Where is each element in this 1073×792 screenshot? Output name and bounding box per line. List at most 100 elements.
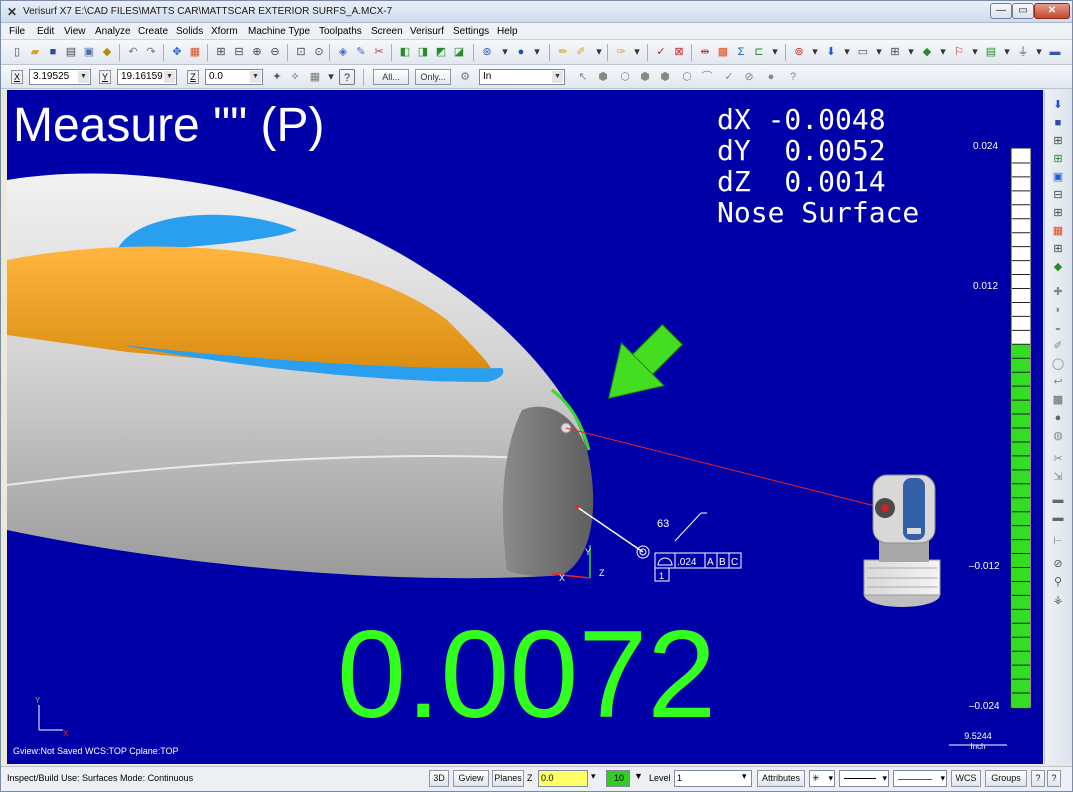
report-icon[interactable]: ▦ — [1050, 224, 1066, 239]
probe-icon[interactable]: ✑ — [613, 44, 629, 60]
close-button[interactable]: ✕ — [1034, 3, 1070, 19]
columns-icon[interactable]: ⊞ — [1050, 242, 1066, 257]
dropdown-arrow-icon[interactable]: ▾ — [871, 44, 887, 60]
toolbar-options-icon[interactable]: ▬ — [1047, 44, 1063, 60]
minimize-button[interactable]: — — [990, 3, 1012, 19]
measure-icon[interactable]: ⊢ — [1050, 534, 1066, 549]
redo-icon[interactable]: ↷ — [143, 44, 159, 60]
dropdown-arrow-icon[interactable]: ▾ — [591, 44, 607, 60]
zoom-out-icon[interactable]: ⊖ — [267, 44, 283, 60]
x-coord-field[interactable]: 3.19525 ▼ — [29, 69, 91, 85]
selection-method-select[interactable]: In ▼ — [479, 69, 565, 85]
3d-button[interactable]: 3D — [429, 770, 449, 787]
cursor-select-icon[interactable]: ↖ — [575, 69, 591, 85]
wcs-button[interactable]: WCS — [951, 770, 981, 787]
chevron-down-icon[interactable]: ▾ — [591, 771, 596, 782]
cloud-icon[interactable]: ◆ — [919, 44, 935, 60]
line-style-select[interactable]: ▾ — [839, 770, 889, 787]
view-front-icon[interactable]: ◨ — [415, 44, 431, 60]
shading-sphere-icon[interactable]: ● — [513, 44, 529, 60]
solid-select-icon[interactable]: ⬢ — [595, 69, 611, 85]
clear-colors-icon[interactable]: ◈ — [335, 44, 351, 60]
repaint-icon[interactable]: ✎ — [353, 44, 369, 60]
chevron-down-icon[interactable]: ▾ — [742, 771, 747, 782]
fast-point-icon[interactable]: ✦ — [269, 69, 285, 85]
compare-icon[interactable]: ⊠ — [671, 44, 687, 60]
grid-icon[interactable]: ⊞ — [887, 44, 903, 60]
menu-settings[interactable]: Settings — [453, 26, 489, 37]
save-icon[interactable]: ■ — [45, 44, 61, 60]
fit-icon[interactable]: ▦ — [187, 44, 203, 60]
menu-create[interactable]: Create — [138, 26, 168, 37]
dropdown-arrow-icon[interactable]: ▾ — [935, 44, 951, 60]
arrow-down-icon[interactable]: ⬇ — [823, 44, 839, 60]
sphere-select-icon[interactable]: ● — [763, 69, 779, 85]
zoom-window-icon[interactable]: ⊞ — [213, 44, 229, 60]
chevron-down-icon[interactable]: ▼ — [250, 71, 261, 83]
view-iso-icon[interactable]: ◪ — [451, 44, 467, 60]
extend-icon[interactable]: ⇲ — [1050, 470, 1066, 485]
menu-solids[interactable]: Solids — [176, 26, 203, 37]
menu-edit[interactable]: Edit — [37, 26, 54, 37]
verify-select-icon[interactable]: ✓ — [721, 69, 737, 85]
line-width-select[interactable]: ▾ — [893, 770, 947, 787]
zoom-in-icon[interactable]: ⊕ — [249, 44, 265, 60]
zoom-previous-icon[interactable]: ⊡ — [293, 44, 309, 60]
selection-help-icon[interactable]: ? — [785, 69, 801, 85]
undo-curve-icon[interactable]: ↩ — [1050, 375, 1066, 390]
attributes-button[interactable]: Attributes — [757, 770, 805, 787]
level-field[interactable]: 1 — [674, 770, 752, 787]
y-coord-label[interactable]: Y — [99, 70, 111, 84]
run-icon[interactable]: ⚲ — [1050, 575, 1066, 590]
tracker-icon[interactable]: ⚶ — [1050, 593, 1066, 608]
menu-xform[interactable]: Xform — [211, 26, 238, 37]
menu-toolpaths[interactable]: Toolpaths — [319, 26, 362, 37]
dropdown-arrow-icon[interactable]: ▾ — [323, 69, 339, 85]
save-icon[interactable]: ■ — [1050, 116, 1066, 131]
print-icon[interactable]: ▤ — [63, 44, 79, 60]
dropdown-arrow-icon[interactable]: ▾ — [529, 44, 545, 60]
groups-button[interactable]: Groups — [985, 770, 1027, 787]
open-folder-icon[interactable]: ▰ — [27, 44, 43, 60]
chevron-down-icon[interactable]: ▼ — [78, 71, 89, 83]
maximize-button[interactable]: ▭ — [1012, 3, 1034, 19]
help-icon[interactable]: ? — [339, 69, 355, 85]
graphics-viewport[interactable]: 63 .024 A B C 1 Y X Z Y X Measure "" (P)… — [7, 90, 1043, 764]
layers-icon[interactable]: ▤ — [983, 44, 999, 60]
body-select-icon[interactable]: ⬢ — [637, 69, 653, 85]
sphere-icon[interactable]: ● — [1050, 411, 1066, 426]
zoom-selected-icon[interactable]: ⊙ — [311, 44, 327, 60]
tripod-icon[interactable]: ⏚ — [1015, 44, 1031, 60]
x-coord-label[interactable]: X — [11, 70, 23, 84]
new-file-icon[interactable]: ▯ — [9, 44, 25, 60]
window-layout-icon[interactable]: ▭ — [855, 44, 871, 60]
target-icon[interactable]: ⊚ — [791, 44, 807, 60]
edge-select-icon[interactable]: ⬢ — [657, 69, 673, 85]
dropdown-arrow-icon[interactable]: ▾ — [903, 44, 919, 60]
planes-button[interactable]: Planes — [492, 770, 524, 787]
point-style-select[interactable]: ✳ ▾ — [809, 770, 835, 787]
menu-analyze[interactable]: Analyze — [95, 26, 131, 37]
view-top-icon[interactable]: ◧ — [397, 44, 413, 60]
list-icon[interactable]: ⊟ — [1050, 188, 1066, 203]
dropdown-arrow-icon[interactable]: ▾ — [629, 44, 645, 60]
help-button[interactable]: ? — [1031, 770, 1045, 787]
sigma-icon[interactable]: Σ — [733, 44, 749, 60]
selection-mode-icon[interactable]: ⚙ — [457, 69, 473, 85]
blue-panel-icon[interactable]: ▣ — [1050, 170, 1066, 185]
chevron-down-icon[interactable]: ▼ — [164, 71, 175, 83]
dropdown-arrow-icon[interactable]: ▾ — [999, 44, 1015, 60]
check-icon[interactable]: ✓ — [653, 44, 669, 60]
zoom-target-icon[interactable]: ⊟ — [231, 44, 247, 60]
analyze-entity-icon[interactable]: ✐ — [573, 44, 589, 60]
view-side-icon[interactable]: ◩ — [433, 44, 449, 60]
green-grid-icon[interactable]: ⊞ — [1050, 152, 1066, 167]
arrow-down-icon[interactable]: ⬇ — [1050, 98, 1066, 113]
z-coord-label[interactable]: Z — [187, 70, 199, 84]
menu-file[interactable]: File — [9, 26, 25, 37]
cancel-icon[interactable]: ⊘ — [1050, 557, 1066, 572]
globe-icon[interactable]: ◍ — [1050, 429, 1066, 444]
y-coord-field[interactable]: 19.16159 ▼ — [117, 69, 177, 85]
pencil-icon[interactable]: ✏ — [555, 44, 571, 60]
ring-icon[interactable]: ◯ — [1050, 357, 1066, 372]
